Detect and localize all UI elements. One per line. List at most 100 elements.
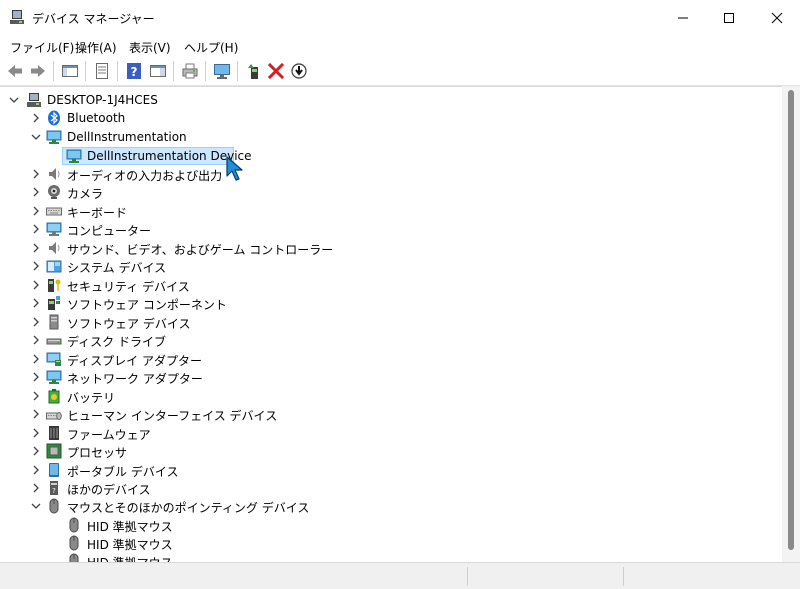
tree-item-label: ほかのデバイス	[67, 483, 151, 497]
tree-item-dellinstrumentation-device[interactable]: DellInstrumentation Device	[0, 147, 760, 165]
menu-view[interactable]: 表示(V)	[129, 39, 171, 56]
chevron-right-icon[interactable]	[30, 408, 42, 420]
show-hide-console-tree-button[interactable]	[59, 60, 81, 82]
chevron-right-icon[interactable]	[30, 297, 42, 309]
device-manager-app-icon	[10, 10, 24, 24]
chevron-right-icon[interactable]	[30, 464, 42, 476]
uninstall-device-button[interactable]	[265, 60, 287, 82]
title-bar[interactable]: デバイス マネージャー	[0, 0, 800, 35]
tree-item-label: ヒューマン インターフェイス デバイス	[67, 409, 278, 423]
chevron-right-icon[interactable]	[30, 427, 42, 439]
tree-item-audio-io[interactable]: オーディオの入力および出力	[0, 165, 760, 183]
tree-item-computer[interactable]: コンピューター	[0, 220, 760, 238]
bluetooth-icon	[48, 110, 60, 126]
chevron-right-icon[interactable]	[30, 242, 42, 254]
chevron-right-icon[interactable]	[30, 186, 42, 198]
chevron-right-icon[interactable]	[30, 445, 42, 457]
tree-item-camera[interactable]: カメラ	[0, 183, 760, 201]
desktop-computer-icon	[27, 93, 41, 107]
action-pane-button[interactable]	[147, 60, 169, 82]
download-circle-icon	[291, 63, 307, 79]
device-tree[interactable]: DESKTOP-1J4HCES Bluetooth DellInstrument…	[0, 86, 782, 563]
tree-item-dellinstrumentation[interactable]: DellInstrumentation	[0, 128, 760, 146]
chevron-right-icon[interactable]	[30, 371, 42, 383]
update-driver-button[interactable]	[243, 60, 265, 82]
menu-bar: ファイル(F) 操作(A) 表示(V) ヘルプ(H)	[0, 35, 800, 57]
disable-device-button[interactable]	[288, 60, 310, 82]
svg-text:?: ?	[131, 65, 138, 79]
tree-item-other-devices[interactable]: ? ほかのデバイス	[0, 479, 760, 497]
tree-item-keyboard[interactable]: キーボード	[0, 202, 760, 220]
chevron-right-icon[interactable]	[30, 390, 42, 402]
tree-item-label: ネットワーク アダプター	[67, 372, 203, 386]
software-component-icon	[48, 296, 60, 310]
tree-item-portable-devices[interactable]: ポータブル デバイス	[0, 461, 760, 479]
chevron-right-icon[interactable]	[30, 279, 42, 291]
tree-item-display-adapters[interactable]: ディスプレイ アダプター	[0, 350, 760, 368]
action-pane-icon	[150, 65, 166, 77]
tree-item-firmware[interactable]: ファームウェア	[0, 424, 760, 442]
tree-item-mice[interactable]: マウスとそのほかのポインティング デバイス	[0, 497, 760, 515]
security-key-icon	[48, 279, 61, 292]
tree-item-label: ディスク ドライブ	[67, 335, 166, 349]
scrollbar-thumb[interactable]	[788, 90, 794, 550]
tree-item-label: バッテリ	[67, 391, 116, 405]
chevron-right-icon[interactable]	[30, 223, 42, 235]
chevron-right-icon[interactable]	[30, 316, 42, 328]
vertical-scrollbar[interactable]	[782, 86, 800, 562]
tree-item-bluetooth[interactable]: Bluetooth	[0, 109, 760, 127]
minimize-button[interactable]	[660, 0, 706, 35]
close-button[interactable]	[754, 0, 800, 35]
system-folder-icon	[46, 260, 62, 273]
tree-item-software-devices[interactable]: ソフトウェア デバイス	[0, 313, 760, 331]
camera-icon	[48, 185, 60, 199]
chevron-right-icon[interactable]	[30, 353, 42, 365]
monitor-network-icon	[46, 130, 62, 144]
scan-hardware-button[interactable]	[211, 60, 233, 82]
chevron-right-icon[interactable]	[30, 168, 42, 180]
chevron-right-icon[interactable]	[30, 205, 42, 217]
arrow-left-icon	[8, 65, 22, 77]
chevron-down-icon[interactable]	[8, 94, 20, 106]
menu-action[interactable]: 操作(A)	[75, 39, 117, 56]
tree-item-hid-mouse[interactable]: HID 準拠マウス	[0, 534, 760, 552]
window-title: デバイス マネージャー	[32, 12, 155, 26]
chevron-down-icon[interactable]	[30, 500, 42, 512]
chevron-down-icon[interactable]	[30, 131, 42, 143]
tree-item-security-devices[interactable]: セキュリティ デバイス	[0, 276, 760, 294]
tree-item-hid[interactable]: ヒューマン インターフェイス デバイス	[0, 405, 760, 423]
properties-icon	[96, 63, 108, 79]
tree-item-network-adapters[interactable]: ネットワーク アダプター	[0, 368, 760, 386]
tree-item-processor[interactable]: プロセッサ	[0, 442, 760, 460]
help-button[interactable]: ?	[123, 60, 145, 82]
chevron-right-icon[interactable]	[30, 112, 42, 124]
print-button[interactable]	[179, 60, 201, 82]
tree-item-hid-mouse[interactable]: HID 準拠マウス	[0, 516, 760, 534]
tree-item-software-components[interactable]: ソフトウェア コンポーネント	[0, 294, 760, 312]
properties-button[interactable]	[91, 60, 113, 82]
chevron-right-icon[interactable]	[30, 334, 42, 346]
svg-text:?: ?	[52, 487, 56, 495]
maximize-icon	[724, 13, 734, 23]
tree-item-label: Bluetooth	[67, 111, 126, 125]
tree-item-label: HID 準拠マウス	[87, 538, 173, 552]
back-button[interactable]	[4, 60, 26, 82]
tree-item-label: ポータブル デバイス	[67, 465, 179, 479]
chevron-right-icon[interactable]	[30, 482, 42, 494]
tree-item-system-devices[interactable]: システム デバイス	[0, 257, 760, 275]
menu-help[interactable]: ヘルプ(H)	[184, 39, 238, 56]
tree-item-label: コンピューター	[67, 224, 152, 238]
maximize-button[interactable]	[706, 0, 752, 35]
hid-icon	[46, 412, 62, 420]
mouse-icon	[69, 535, 79, 551]
menu-file[interactable]: ファイル(F)	[10, 39, 74, 56]
tree-root[interactable]: DESKTOP-1J4HCES	[0, 91, 760, 109]
forward-button[interactable]	[27, 60, 49, 82]
tree-item-label: プロセッサ	[67, 446, 128, 460]
tree-item-sound-video-game[interactable]: サウンド、ビデオ、およびゲーム コントローラー	[0, 239, 760, 257]
tree-item-disk-drives[interactable]: ディスク ドライブ	[0, 331, 760, 349]
tree-item-battery[interactable]: バッテリ	[0, 387, 760, 405]
speaker-icon	[49, 168, 60, 180]
console-tree-icon	[62, 65, 78, 77]
chevron-right-icon[interactable]	[30, 260, 42, 272]
